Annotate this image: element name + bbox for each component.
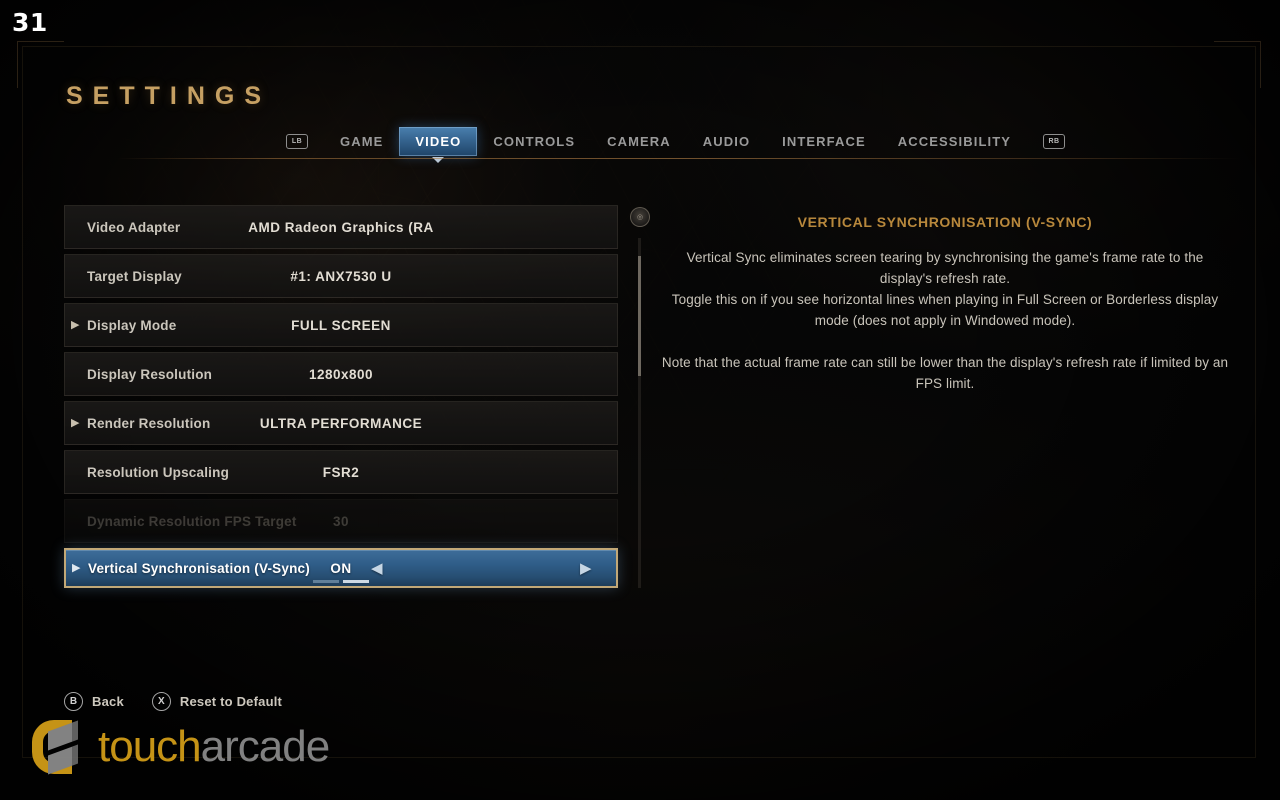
expand-caret-icon: ▶ xyxy=(72,561,81,574)
description-paragraph-2: Toggle this on if you see horizontal lin… xyxy=(671,292,1219,328)
tab-game[interactable]: GAME xyxy=(324,127,399,156)
right-bumper-icon[interactable]: RB xyxy=(1043,133,1066,149)
b-button-icon: B xyxy=(64,692,83,711)
setting-row-target-display[interactable]: ▶ Target Display #1: ANX7530 U xyxy=(64,254,618,298)
settings-list: ▶ Video Adapter AMD Radeon Graphics (RA … xyxy=(64,205,618,593)
setting-label: Resolution Upscaling xyxy=(87,464,230,480)
description-paragraph-3: Note that the actual frame rate can stil… xyxy=(661,355,1229,391)
setting-row-resolution-upscaling[interactable]: ▶ Resolution Upscaling FSR2 xyxy=(64,450,618,494)
expand-caret-icon: ▶ xyxy=(71,416,80,429)
setting-label: Display Resolution xyxy=(87,366,213,382)
expand-caret-icon: ▶ xyxy=(71,318,80,331)
left-bumper-icon[interactable]: LB xyxy=(286,133,308,149)
setting-description-panel: VERTICAL SYNCHRONISATION (V-SYNC) Vertic… xyxy=(660,214,1230,394)
hint-label: Reset to Default xyxy=(179,694,283,709)
setting-label: Display Mode xyxy=(87,317,177,333)
description-title: VERTICAL SYNCHRONISATION (V-SYNC) xyxy=(797,214,1093,230)
hint-label: Back xyxy=(92,694,124,709)
setting-label: Dynamic Resolution FPS Target xyxy=(87,513,297,529)
settings-scrollbar-thumb[interactable] xyxy=(638,256,641,376)
tab-audio[interactable]: AUDIO xyxy=(687,127,766,156)
scroll-stick-icon: ◎ xyxy=(630,207,650,227)
previous-option-arrow-icon[interactable]: ◀ xyxy=(371,561,383,576)
settings-scrollbar-track[interactable] xyxy=(638,238,641,588)
hint-reset-to-default[interactable]: X Reset to Default xyxy=(151,692,283,711)
setting-row-video-adapter[interactable]: ▶ Video Adapter AMD Radeon Graphics (RA xyxy=(64,205,618,249)
setting-label: Vertical Synchronisation (V-Sync) xyxy=(88,560,310,576)
watermark-text-arcade: arcade xyxy=(200,722,331,771)
tab-video[interactable]: VIDEO xyxy=(399,126,478,156)
tab-camera[interactable]: CAMERA xyxy=(591,127,687,156)
watermark-text: toucharcade xyxy=(98,722,331,771)
setting-row-render-resolution[interactable]: ▶ Render Resolution ULTRA PERFORMANCE xyxy=(64,401,618,445)
next-option-arrow-icon[interactable]: ▶ xyxy=(580,561,592,576)
tab-accessibility[interactable]: ACCESSIBILITY xyxy=(882,127,1027,156)
footer-button-hints: B Back X Reset to Default xyxy=(64,692,282,711)
touchrarcade-watermark: toucharcade xyxy=(26,716,331,778)
setting-row-display-mode[interactable]: ▶ Display Mode FULL SCREEN xyxy=(64,303,618,347)
watermark-text-touch: touch xyxy=(98,722,202,771)
description-paragraph-1: Vertical Sync eliminates screen tearing … xyxy=(686,250,1204,286)
x-button-icon: X xyxy=(151,692,171,711)
setting-label: Target Display xyxy=(87,268,182,284)
page-title: SETTINGS xyxy=(66,82,272,110)
tab-divider xyxy=(118,158,1240,159)
touchrarcade-logo-icon xyxy=(26,716,84,778)
setting-label: Render Resolution xyxy=(87,415,211,431)
fps-counter: 31 xyxy=(12,8,48,37)
setting-row-dynamic-resolution-fps-target: ▶ Dynamic Resolution FPS Target 30 xyxy=(64,499,618,543)
option-position-indicator xyxy=(313,580,369,583)
setting-label: Video Adapter xyxy=(87,219,181,235)
hint-back[interactable]: B Back xyxy=(64,692,124,711)
setting-row-vertical-synchronisation[interactable]: ▶ Vertical Synchronisation (V-Sync) ◀ ON… xyxy=(64,548,618,588)
settings-tab-bar: LB GAME VIDEO CONTROLS CAMERA AUDIO INTE… xyxy=(270,124,1081,158)
tab-interface[interactable]: INTERFACE xyxy=(766,127,882,156)
setting-row-display-resolution[interactable]: ▶ Display Resolution 1280x800 xyxy=(64,352,618,396)
tab-controls[interactable]: CONTROLS xyxy=(477,127,591,156)
